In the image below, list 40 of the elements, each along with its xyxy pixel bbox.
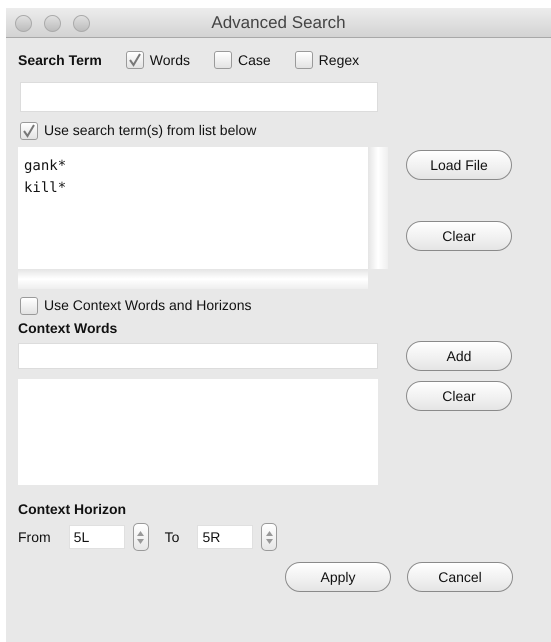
to-label: To	[164, 528, 180, 546]
checkbox-label: Use Context Words and Horizons	[44, 296, 252, 315]
section-label: Search Term	[18, 50, 102, 70]
from-field[interactable]: 5L	[68, 525, 125, 549]
dialog-button[interactable]: Apply	[285, 562, 391, 592]
checkbox[interactable]	[214, 51, 232, 69]
context-word-field[interactable]	[18, 343, 378, 369]
down-arrow-icon	[137, 538, 144, 544]
checkbox-label: Regex	[318, 50, 360, 70]
checkbox[interactable]	[20, 296, 38, 314]
window-control-icon[interactable]	[15, 15, 32, 32]
window-control-icon[interactable]	[44, 15, 61, 32]
list-button[interactable]: Load File	[406, 150, 512, 180]
checkbox[interactable]	[126, 51, 144, 69]
vertical-scrollbar[interactable]	[368, 147, 388, 269]
window-control-icon[interactable]	[73, 15, 90, 32]
checkbox-label: Words	[150, 50, 190, 70]
checkbox-label: Use search term(s) from list below	[44, 121, 256, 140]
search-term-field[interactable]	[20, 82, 378, 112]
stepper[interactable]	[261, 523, 278, 551]
context-button[interactable]: Clear	[406, 381, 512, 411]
dialog-button[interactable]: Cancel	[407, 562, 513, 592]
list-line: kill*	[24, 179, 66, 198]
horizontal-scrollbar[interactable]	[18, 269, 368, 289]
list-button[interactable]: Clear	[406, 221, 512, 251]
context-button[interactable]: Add	[406, 341, 512, 371]
section-label: Context Horizon	[18, 500, 126, 519]
stepper[interactable]	[132, 523, 149, 551]
section-label: Context Words	[18, 319, 118, 338]
to-field[interactable]: 5R	[197, 525, 254, 549]
checkbox[interactable]	[20, 122, 38, 140]
checkbox-label: Case	[238, 50, 271, 70]
from-label: From	[18, 528, 51, 546]
window-title: Advanced Search	[211, 12, 346, 34]
up-arrow-icon	[266, 530, 273, 536]
checkbox[interactable]	[294, 51, 313, 69]
down-arrow-icon	[266, 538, 273, 544]
term-list-box[interactable]: gank* kill*	[18, 147, 368, 269]
up-arrow-icon	[137, 530, 144, 536]
list-line: gank*	[24, 157, 66, 176]
